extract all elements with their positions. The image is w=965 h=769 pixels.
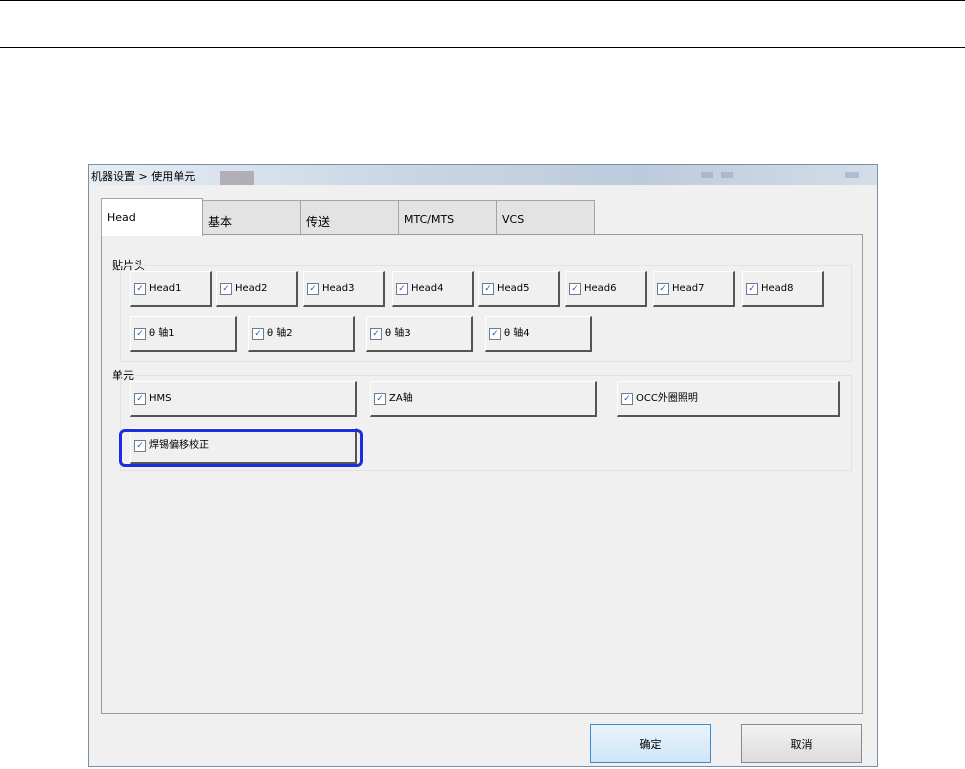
check-icon: ✓	[489, 327, 501, 340]
check-icon: ✓	[370, 327, 382, 340]
za-axis-checkbox[interactable]: ✓ ZA轴	[370, 381, 597, 417]
check-icon: ✓	[134, 392, 146, 405]
close-icon[interactable]	[845, 172, 859, 178]
title-bar-decoration	[220, 171, 254, 185]
check-icon: ✓	[621, 392, 633, 405]
tab-head[interactable]: Head	[101, 198, 203, 236]
tab-basic[interactable]: 基本	[202, 200, 301, 235]
checkbox-label: Head6	[584, 282, 617, 294]
check-icon: ✓	[307, 282, 319, 295]
checkbox-label: OCC外圈照明	[636, 392, 698, 404]
checkbox-label: Head4	[411, 282, 444, 294]
tab-conveyor[interactable]: 传送	[300, 200, 399, 235]
head8-checkbox[interactable]: ✓ Head8	[742, 271, 824, 307]
checkbox-label: θ 轴2	[267, 327, 293, 339]
check-icon: ✓	[746, 282, 758, 295]
dialog-title: 机器设置 > 使用单元	[91, 170, 196, 183]
checkbox-label: Head5	[497, 282, 530, 294]
checkbox-label: Head1	[149, 282, 182, 294]
head7-checkbox[interactable]: ✓ Head7	[653, 271, 735, 307]
head5-checkbox[interactable]: ✓ Head5	[478, 271, 560, 307]
check-icon: ✓	[134, 327, 146, 340]
checkbox-label: θ 轴3	[385, 327, 411, 339]
checkbox-label: θ 轴1	[149, 327, 175, 339]
hms-checkbox[interactable]: ✓ HMS	[130, 381, 357, 417]
check-icon: ✓	[252, 327, 264, 340]
maximize-icon[interactable]	[721, 172, 733, 178]
check-icon: ✓	[396, 282, 408, 295]
tab-mtc-mts[interactable]: MTC/MTS	[398, 200, 497, 235]
check-icon: ✓	[569, 282, 581, 295]
checkbox-label: Head3	[322, 282, 355, 294]
top-rule	[0, 0, 965, 1]
header-rule	[0, 47, 965, 48]
tab-panel: 贴片头 ✓ Head1 ✓ Head2 ✓ Head3 ✓ Head4 ✓ He…	[101, 234, 863, 714]
ok-button[interactable]: 确定	[590, 724, 711, 763]
head1-checkbox[interactable]: ✓ Head1	[130, 271, 212, 307]
theta-axis3-checkbox[interactable]: ✓ θ 轴3	[366, 316, 473, 352]
occ-outer-light-checkbox[interactable]: ✓ OCC外圈照明	[617, 381, 840, 417]
head2-checkbox[interactable]: ✓ Head2	[216, 271, 298, 307]
minimize-icon[interactable]	[701, 172, 713, 178]
checkbox-label: ZA轴	[389, 392, 413, 404]
check-icon: ✓	[220, 282, 232, 295]
head6-checkbox[interactable]: ✓ Head6	[565, 271, 647, 307]
title-bar[interactable]: 机器设置 > 使用单元	[89, 165, 877, 185]
tab-vcs[interactable]: VCS	[496, 200, 595, 235]
highlight-box	[119, 429, 363, 467]
theta-axis4-checkbox[interactable]: ✓ θ 轴4	[485, 316, 592, 352]
check-icon: ✓	[134, 282, 146, 295]
checkbox-label: Head8	[761, 282, 794, 294]
cancel-button[interactable]: 取消	[741, 724, 862, 763]
head4-checkbox[interactable]: ✓ Head4	[392, 271, 474, 307]
checkbox-label: θ 轴4	[504, 327, 530, 339]
theta-axis1-checkbox[interactable]: ✓ θ 轴1	[130, 316, 237, 352]
check-icon: ✓	[374, 392, 386, 405]
check-icon: ✓	[482, 282, 494, 295]
check-icon: ✓	[657, 282, 669, 295]
head3-checkbox[interactable]: ✓ Head3	[303, 271, 385, 307]
machine-settings-dialog: 机器设置 > 使用单元 Head 基本 传送 MTC/MTS VCS 贴片头 ✓…	[88, 164, 878, 767]
checkbox-label: Head7	[672, 282, 705, 294]
checkbox-label: HMS	[149, 392, 172, 404]
theta-axis2-checkbox[interactable]: ✓ θ 轴2	[248, 316, 355, 352]
checkbox-label: Head2	[235, 282, 268, 294]
